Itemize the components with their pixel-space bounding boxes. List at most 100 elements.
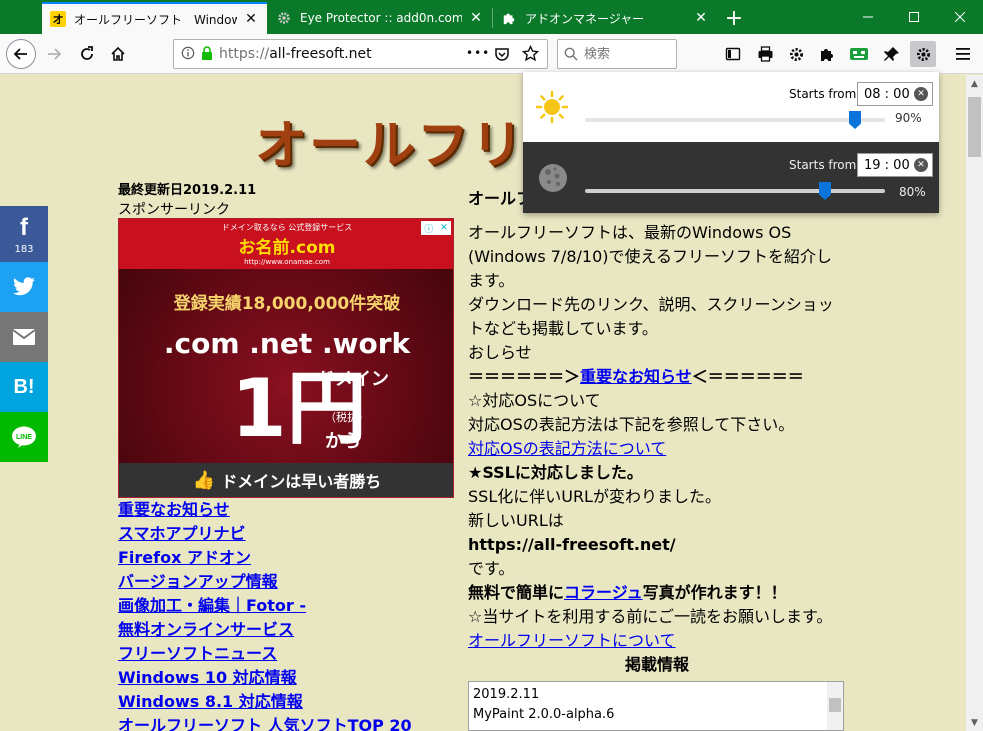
- scroll-up-icon[interactable]: ▲: [966, 75, 983, 92]
- ad-domains-text: .com .net .work: [163, 327, 411, 360]
- extension-green-icon[interactable]: [846, 41, 872, 67]
- tab-all-freesoft[interactable]: オ オールフリーソフト Windows 7･8･ ✕: [42, 2, 267, 34]
- night-opacity-slider-track[interactable]: [585, 189, 885, 193]
- page-actions-button[interactable]: •••: [466, 46, 490, 60]
- clear-time-icon[interactable]: ✕: [914, 158, 928, 172]
- sidebar-icon[interactable]: [720, 41, 746, 67]
- info-scrollbar[interactable]: [827, 682, 843, 730]
- arrow-right-icon: [48, 48, 62, 60]
- forward-button[interactable]: [40, 40, 68, 68]
- search-input[interactable]: [584, 46, 664, 62]
- mail-icon: [12, 329, 36, 345]
- info-line: MyPaint 2.0.0-alpha.6: [473, 707, 615, 722]
- thumbs-up-icon: 👍: [192, 469, 216, 491]
- pin-icon[interactable]: [879, 41, 905, 67]
- main-column: オールフ オールフリーソフトは、最新のWindows OS (Windows 7…: [468, 187, 858, 731]
- ad-bottom-band: 👍 ドメインは早い者勝ち: [119, 463, 453, 497]
- share-hatena-button[interactable]: B!: [0, 362, 48, 412]
- night-start-time-value: 19 : 00: [864, 157, 910, 173]
- night-opacity-slider-thumb[interactable]: [819, 182, 831, 200]
- hatena-bookmark-icon: B!: [13, 375, 35, 398]
- svg-text:LINE: LINE: [16, 434, 32, 441]
- window-close-button[interactable]: [937, 0, 983, 34]
- moon-icon: [539, 164, 567, 192]
- back-button[interactable]: [6, 39, 36, 69]
- link-free-online-service[interactable]: 無料オンラインサービス: [118, 618, 438, 642]
- ad-bottom-text: ドメインは早い者勝ち: [221, 472, 382, 491]
- close-icon[interactable]: ✕: [468, 10, 484, 26]
- share-facebook-button[interactable]: f 183: [0, 206, 48, 262]
- night-start-time-input[interactable]: 19 : 00 ✕: [857, 153, 933, 177]
- intro-text: ダウンロード先のリンク、説明、スクリーンショッ: [468, 295, 834, 314]
- collage-line: 無料で簡単にコラージュ写真が作れます！！: [468, 583, 787, 602]
- maximize-button[interactable]: [891, 0, 937, 34]
- minimize-button[interactable]: [845, 0, 891, 34]
- close-icon[interactable]: ✕: [693, 10, 709, 26]
- share-twitter-button[interactable]: [0, 262, 48, 312]
- ssl-notice: ★SSLに対応しました。: [468, 463, 643, 482]
- link-important-notice[interactable]: 重要なお知らせ: [118, 498, 438, 522]
- info-line: 2019.2.11: [473, 687, 540, 702]
- notice-label: おしらせ: [468, 343, 532, 362]
- link-freesoft-news[interactable]: フリーソフトニュース: [118, 642, 438, 666]
- link-smartphone-app-navi[interactable]: スマホアプリナビ: [118, 522, 438, 546]
- pocket-icon[interactable]: [494, 46, 510, 66]
- address-bar[interactable]: https://all-freesoft.net •••: [173, 39, 548, 69]
- clear-time-icon[interactable]: ✕: [914, 87, 928, 101]
- arrow-left-icon: [13, 48, 27, 60]
- day-mode-panel: Starts from 08 : 00 ✕ 90%: [523, 72, 939, 142]
- print-icon[interactable]: [752, 41, 778, 67]
- link-windows10-info[interactable]: Windows 10 対応情報: [118, 666, 438, 690]
- scrollbar-thumb[interactable]: [968, 97, 981, 157]
- important-notice-line: ＝＝＝＝＝＝＞重要なお知らせ＜＝＝＝＝＝＝: [468, 367, 804, 386]
- day-starts-from-label: Starts from: [789, 87, 857, 101]
- link-fotor[interactable]: 画像加工・編集｜Fotor -: [118, 594, 438, 618]
- tab-addon-manager[interactable]: アドオンマネージャー ✕: [493, 2, 717, 34]
- page-scrollbar[interactable]: ▲ ▼: [966, 75, 983, 731]
- ad-choices-icon[interactable]: ⓘ ✕: [421, 221, 451, 235]
- important-notice-link[interactable]: 重要なお知らせ: [580, 367, 692, 386]
- ad-record-text: 登録実績18,000,000件突破: [173, 294, 401, 314]
- addons-puzzle-icon[interactable]: [814, 41, 840, 67]
- day-start-time-input[interactable]: 08 : 00 ✕: [857, 82, 933, 106]
- os-text: 対応OSの表記方法は下記を参照して下さい。: [468, 415, 795, 434]
- link-version-up-info[interactable]: バージョンアップ情報: [118, 570, 438, 594]
- hamburger-menu-icon[interactable]: [950, 41, 976, 67]
- advertisement-banner[interactable]: ドメイン取るなら 公式登録サービス お名前.com http://www.ona…: [118, 218, 454, 498]
- bookmark-star-icon[interactable]: [521, 44, 540, 66]
- tab-title: オールフリーソフト Windows 7･8･: [74, 12, 237, 27]
- search-bar[interactable]: [557, 39, 677, 69]
- facebook-icon: f: [20, 213, 28, 241]
- tab-bar: オ オールフリーソフト Windows 7･8･ ✕ Eye Protector…: [0, 0, 983, 34]
- tab-eye-protector[interactable]: Eye Protector :: add0n.com ✕: [268, 2, 492, 34]
- lock-icon[interactable]: [201, 45, 213, 64]
- close-icon[interactable]: ✕: [243, 11, 259, 27]
- url-text: https://all-freesoft.net: [219, 46, 372, 62]
- about-site-link[interactable]: オールフリーソフトについて: [468, 631, 676, 650]
- scroll-down-icon[interactable]: ▼: [966, 714, 983, 731]
- reload-button[interactable]: [73, 40, 101, 68]
- info-icon[interactable]: [181, 45, 195, 64]
- share-email-button[interactable]: [0, 312, 48, 362]
- settings-gear-icon[interactable]: [783, 41, 809, 67]
- night-starts-from-label: Starts from: [789, 158, 857, 172]
- share-line-button[interactable]: LINE: [0, 412, 48, 462]
- ad-tax-note: （税抜）: [325, 411, 369, 424]
- collage-link[interactable]: コラージュ: [564, 583, 643, 602]
- intro-text: オールフリーソフトは、最新のWindows OS: [468, 223, 792, 242]
- link-windows81-info[interactable]: Windows 8.1 対応情報: [118, 690, 438, 714]
- day-opacity-slider-thumb[interactable]: [849, 111, 861, 129]
- new-tab-button[interactable]: +: [720, 4, 748, 32]
- link-firefox-addons[interactable]: Firefox アドオン: [118, 546, 438, 570]
- sun-icon: [535, 90, 569, 124]
- link-top20[interactable]: オールフリーソフト 人気ソフトTOP 20: [118, 714, 438, 731]
- os-notation-link[interactable]: 対応OSの表記方法について: [468, 439, 666, 458]
- home-button[interactable]: [104, 40, 132, 68]
- info-listbox[interactable]: 2019.2.11 MyPaint 2.0.0-alpha.6: [468, 681, 844, 731]
- day-opacity-slider-track[interactable]: [585, 118, 885, 122]
- site-logo[interactable]: オールフリ: [255, 103, 525, 178]
- info-title: 掲載情報: [624, 655, 689, 674]
- new-url: https://all-freesoft.net/: [468, 535, 676, 554]
- eye-protector-gear-icon[interactable]: [910, 41, 936, 67]
- site-favicon-icon: オ: [50, 11, 66, 27]
